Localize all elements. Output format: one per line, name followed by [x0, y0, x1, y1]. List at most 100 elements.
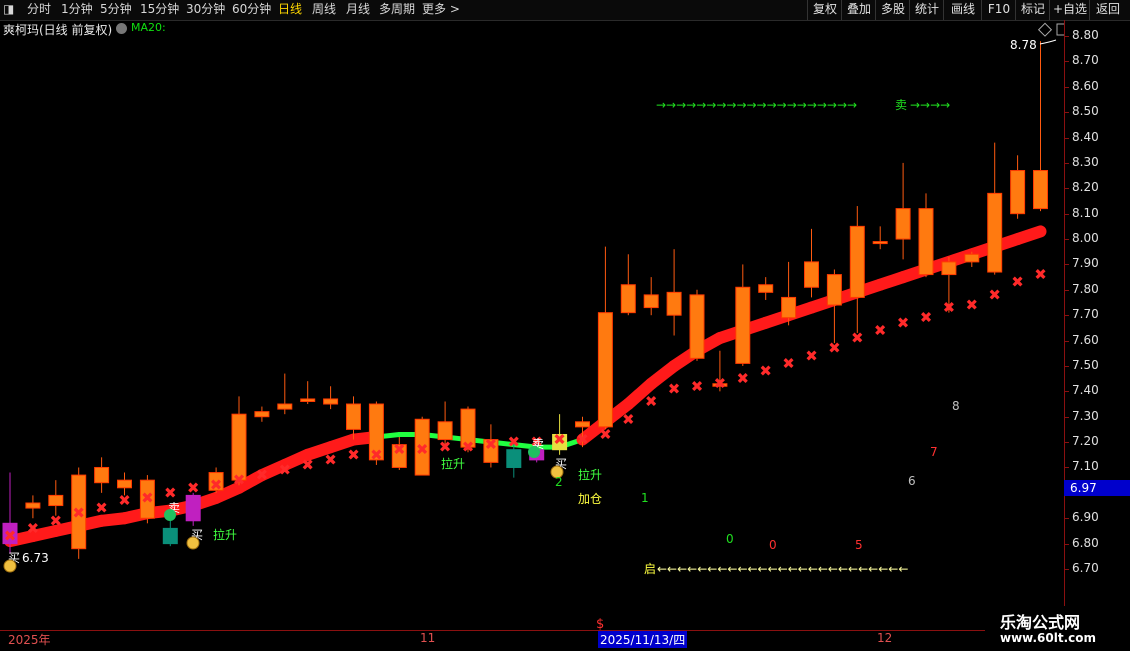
price-tick-mark — [1064, 264, 1069, 266]
support-marker: ✖ — [141, 489, 154, 507]
support-marker: ✖ — [485, 436, 498, 454]
price-tick-mark — [1064, 239, 1069, 241]
money-bag-green-icon — [164, 509, 176, 521]
price-tick-mark — [1064, 188, 1069, 190]
price-tick-mark — [1064, 442, 1069, 444]
candle-body — [620, 284, 636, 314]
support-marker: ✖ — [187, 479, 200, 497]
candle-body — [300, 398, 316, 402]
price-tick-mark — [1064, 162, 1069, 164]
price-tick-label: 7.30 — [1072, 408, 1099, 423]
price-tick-mark — [1064, 137, 1069, 139]
start-signal: 启 — [644, 562, 656, 576]
price-tick-mark — [1064, 416, 1069, 418]
price-tick-label: 6.80 — [1072, 535, 1099, 550]
price-tick-label: 8.20 — [1072, 180, 1099, 195]
support-marker: ✖ — [1011, 273, 1024, 291]
support-marker: ✖ — [691, 377, 704, 395]
candle-body — [804, 261, 819, 288]
candle-body — [48, 494, 64, 507]
price-tick-label: 8.50 — [1072, 104, 1099, 119]
support-marker: ✖ — [599, 425, 612, 443]
support-marker: ✖ — [874, 321, 887, 339]
support-marker: ✖ — [508, 433, 521, 451]
price-tick-label: 7.80 — [1072, 281, 1099, 296]
candle-body — [117, 479, 132, 489]
price-tick-mark — [1064, 569, 1069, 570]
price-tick-label: 7.70 — [1072, 307, 1099, 322]
price-tick-label: 7.40 — [1072, 383, 1099, 398]
selected-date-label: 2025/11/13/四 — [598, 631, 688, 648]
candle-body — [987, 192, 1003, 273]
rise-label: 拉升 — [213, 527, 237, 542]
high-price-arrow — [1039, 39, 1057, 45]
current-price-tag: 6.97 — [1064, 480, 1130, 496]
candle-body — [918, 208, 934, 276]
support-marker: ✖ — [966, 296, 979, 314]
price-tick-mark — [1064, 391, 1069, 393]
support-marker: ✖ — [4, 527, 17, 545]
support-marker: ✖ — [72, 504, 85, 522]
support-marker: ✖ — [439, 438, 452, 456]
candle-body — [323, 398, 339, 405]
ma20-segment — [1011, 225, 1047, 246]
candle-body — [895, 208, 911, 240]
date-axis — [0, 630, 1130, 651]
money-bag-green-icon — [528, 446, 540, 458]
count-digit: 0 — [769, 538, 777, 552]
dollar-marker: $ — [596, 617, 604, 630]
price-tick-label: 7.10 — [1072, 459, 1099, 474]
candle-body — [643, 294, 659, 309]
candle-body — [735, 286, 751, 364]
price-tick-mark — [1064, 61, 1069, 63]
support-marker: ✖ — [897, 314, 910, 332]
support-marker: ✖ — [714, 375, 727, 393]
price-tick-label: 7.50 — [1072, 357, 1099, 372]
candle-body — [506, 449, 522, 468]
price-tick-mark — [1064, 112, 1069, 114]
price-tick-label: 8.70 — [1072, 53, 1099, 68]
support-marker: ✖ — [416, 441, 429, 459]
candle-body — [277, 403, 293, 410]
start-arrow-line: ←←←←←←←←←←←←←←←←←←←←←←←←← — [657, 562, 908, 576]
support-marker: ✖ — [279, 461, 292, 479]
support-marker: ✖ — [622, 410, 635, 428]
candle-body — [575, 421, 590, 428]
candle-body — [94, 466, 110, 484]
price-tick-mark — [1064, 86, 1069, 88]
support-marker: ✖ — [553, 431, 566, 449]
price-tick-mark — [1064, 543, 1069, 545]
add-position-label: 加仓 — [578, 492, 602, 506]
support-marker: ✖ — [988, 286, 1001, 304]
price-tick-label: 7.90 — [1072, 256, 1099, 271]
count-digit: 5 — [855, 538, 863, 552]
candle-body — [964, 253, 980, 263]
support-marker: ✖ — [393, 441, 406, 459]
support-marker: ✖ — [668, 380, 681, 398]
xaxis-label-dec: 12 — [877, 631, 893, 645]
support-marker: ✖ — [462, 438, 475, 456]
support-marker: ✖ — [805, 347, 818, 365]
support-marker: ✖ — [50, 512, 63, 530]
support-marker: ✖ — [210, 476, 223, 494]
sell-signal: 卖 — [895, 98, 907, 112]
price-tick-label: 8.40 — [1072, 129, 1099, 144]
kline-chart[interactable]: ✖ ✖ ✖ ✖ ✖ ✖ ✖ ✖ ✖ ✖ ✖ ✖ ✖ ✖ ✖ ✖ ✖ ✖ ✖ ✖ ✖ ✖ ✖ ✖ ✖ ✖ ✖ ✖ ✖ ✖ ✖ ✖ ✖ ✖ ✖ ✖ ✖ ✖ ✖ ✖… — [0, 0, 1064, 630]
support-marker: ✖ — [95, 499, 108, 517]
back-button[interactable]: 返回 — [1089, 0, 1126, 20]
count-digit: 6 — [908, 474, 916, 488]
support-marker: ✖ — [118, 491, 131, 509]
candle-body — [758, 284, 774, 293]
support-marker: ✖ — [920, 309, 933, 327]
price-tick-label: 8.80 — [1072, 28, 1099, 42]
support-marker: ✖ — [645, 392, 658, 410]
price-tick-label: 7.60 — [1072, 332, 1099, 347]
price-tick-label: 8.00 — [1072, 231, 1099, 246]
high-price-label: 8.78 — [1010, 38, 1037, 52]
support-marker: ✖ — [1034, 266, 1047, 284]
support-marker: ✖ — [256, 466, 269, 484]
diamond-icon — [1037, 22, 1053, 37]
support-marker: ✖ — [737, 370, 750, 388]
price-tick-mark — [1064, 289, 1069, 291]
panel-icon — [1056, 23, 1064, 36]
